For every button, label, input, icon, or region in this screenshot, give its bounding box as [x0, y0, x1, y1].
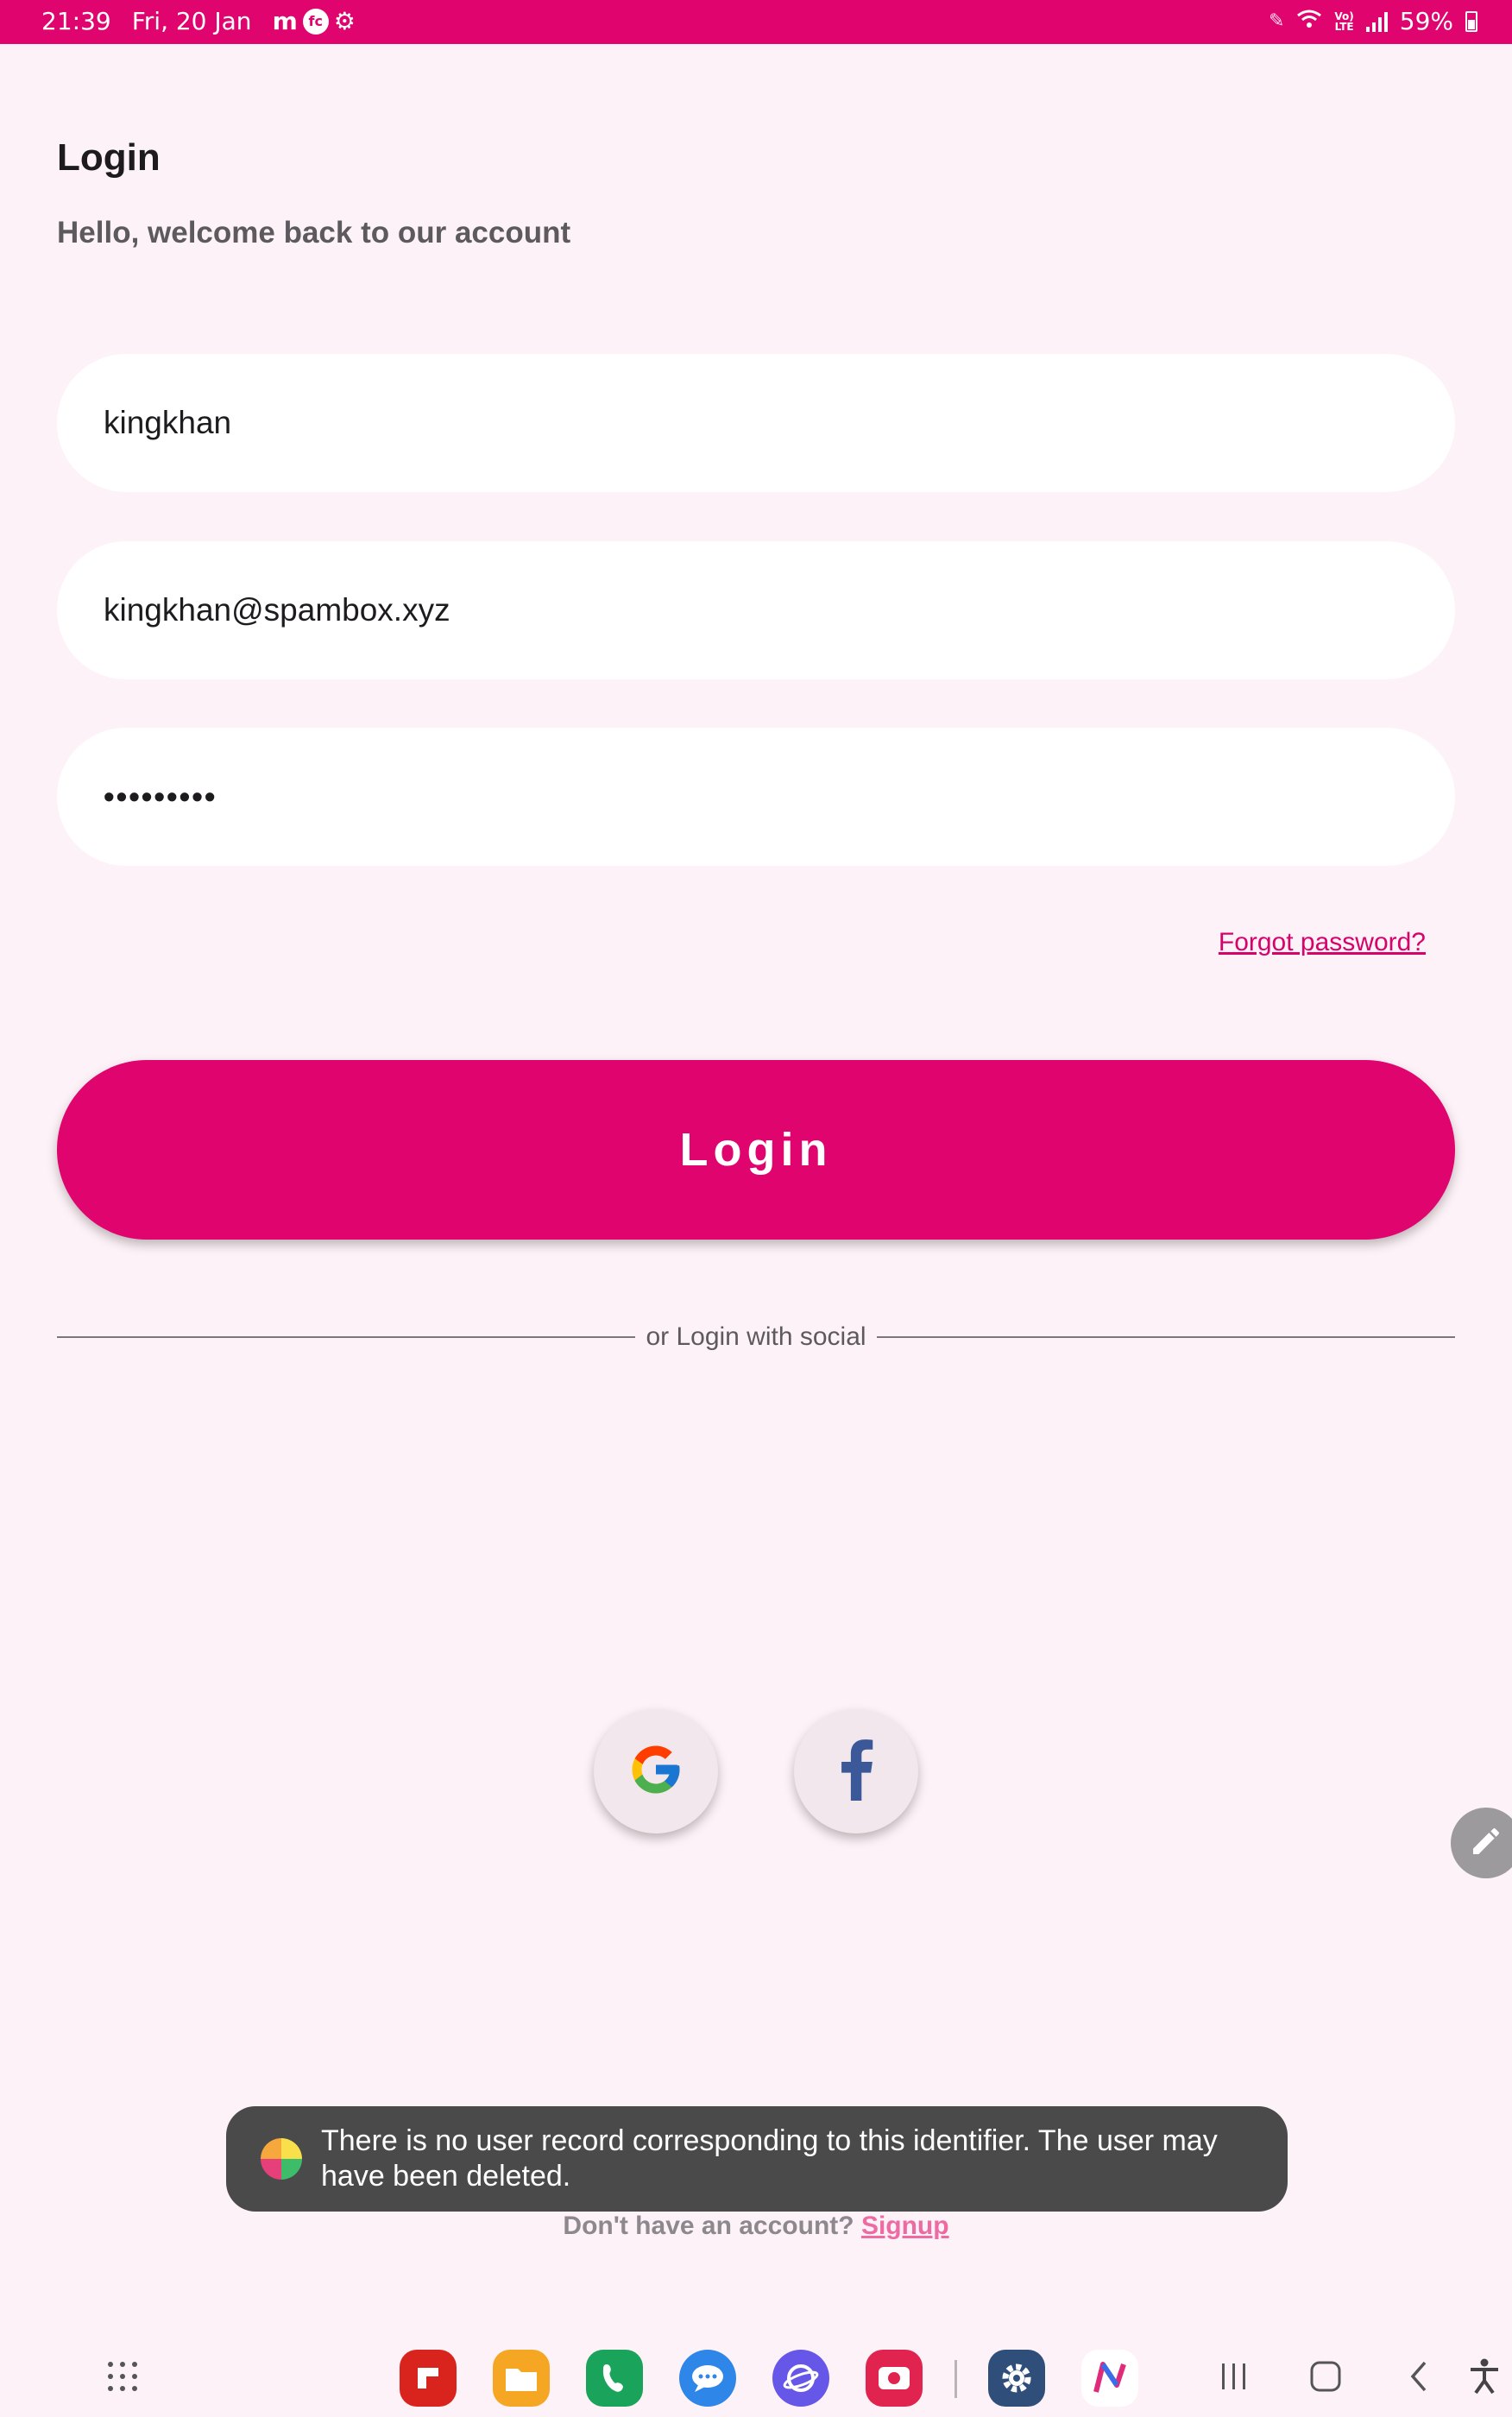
forgot-password-link[interactable]: Forgot password?	[1219, 928, 1426, 957]
clock: 21:39	[41, 7, 111, 35]
edit-floating-button[interactable]	[1451, 1808, 1512, 1878]
username-field[interactable]: kingkhan	[57, 354, 1455, 492]
social-divider: or Login with social	[57, 1316, 1456, 1358]
recents-icon[interactable]	[1208, 2348, 1260, 2405]
messenger-icon: m	[272, 7, 298, 35]
nova-icon[interactable]	[1081, 2350, 1138, 2407]
nav-separator	[954, 2360, 957, 2398]
settings-icon[interactable]	[988, 2350, 1045, 2407]
pen-icon: ✎	[1268, 10, 1285, 32]
messages-icon[interactable]	[679, 2350, 736, 2407]
battery-level: 59%	[1399, 7, 1453, 35]
google-icon	[627, 1741, 684, 1802]
page-title: Login	[57, 136, 161, 179]
page-subtitle: Hello, welcome back to our account	[57, 216, 571, 249]
facebook-login-button[interactable]	[794, 1709, 918, 1833]
error-toast: There is no user record corresponding to…	[226, 2106, 1288, 2212]
facebook-icon	[837, 1739, 875, 1805]
toast-message: There is no user record corresponding to…	[321, 2124, 1218, 2193]
accessibility-icon[interactable]	[1458, 2348, 1510, 2405]
settings-gear-icon: ⚙	[333, 7, 356, 35]
back-icon[interactable]	[1393, 2348, 1445, 2405]
flipboard-icon[interactable]	[400, 2350, 457, 2407]
screen-recorder-icon[interactable]	[866, 2350, 923, 2407]
wifi-icon	[1296, 7, 1322, 35]
pencil-icon	[1469, 1824, 1503, 1863]
email-field[interactable]: kingkhan@spambox.xyz	[57, 541, 1455, 679]
battery-icon	[1465, 10, 1477, 32]
app-icon	[261, 2138, 302, 2180]
status-bar: 21:39 Fri, 20 Jan m fc ⚙ ✎ Vo) LTE 59%	[0, 0, 1512, 44]
divider-text: or Login with social	[646, 1322, 866, 1351]
email-value: kingkhan@spambox.xyz	[104, 592, 450, 628]
login-button[interactable]: Login	[57, 1060, 1455, 1240]
date: Fri, 20 Jan	[131, 7, 252, 35]
signup-link[interactable]: Signup	[861, 2212, 949, 2240]
all-apps-icon[interactable]	[97, 2348, 148, 2405]
app-notification-icon: fc	[302, 8, 329, 35]
my-files-icon[interactable]	[493, 2350, 550, 2407]
signal-icon	[1365, 11, 1388, 32]
google-login-button[interactable]	[594, 1709, 718, 1833]
samsung-internet-icon[interactable]	[772, 2350, 829, 2407]
password-value: •••••••••	[104, 779, 217, 814]
divider-line-right	[876, 1336, 1456, 1338]
divider-line-left	[57, 1336, 636, 1338]
phone-icon[interactable]	[586, 2350, 643, 2407]
volte-icon: Vo) LTE	[1334, 9, 1354, 33]
navigation-bar	[0, 2332, 1512, 2417]
signup-row: Don't have an account? Signup	[0, 2212, 1512, 2241]
home-icon[interactable]	[1300, 2348, 1351, 2405]
username-value: kingkhan	[104, 405, 232, 440]
signup-prompt: Don't have an account?	[563, 2212, 854, 2240]
password-field[interactable]: •••••••••	[57, 728, 1455, 866]
